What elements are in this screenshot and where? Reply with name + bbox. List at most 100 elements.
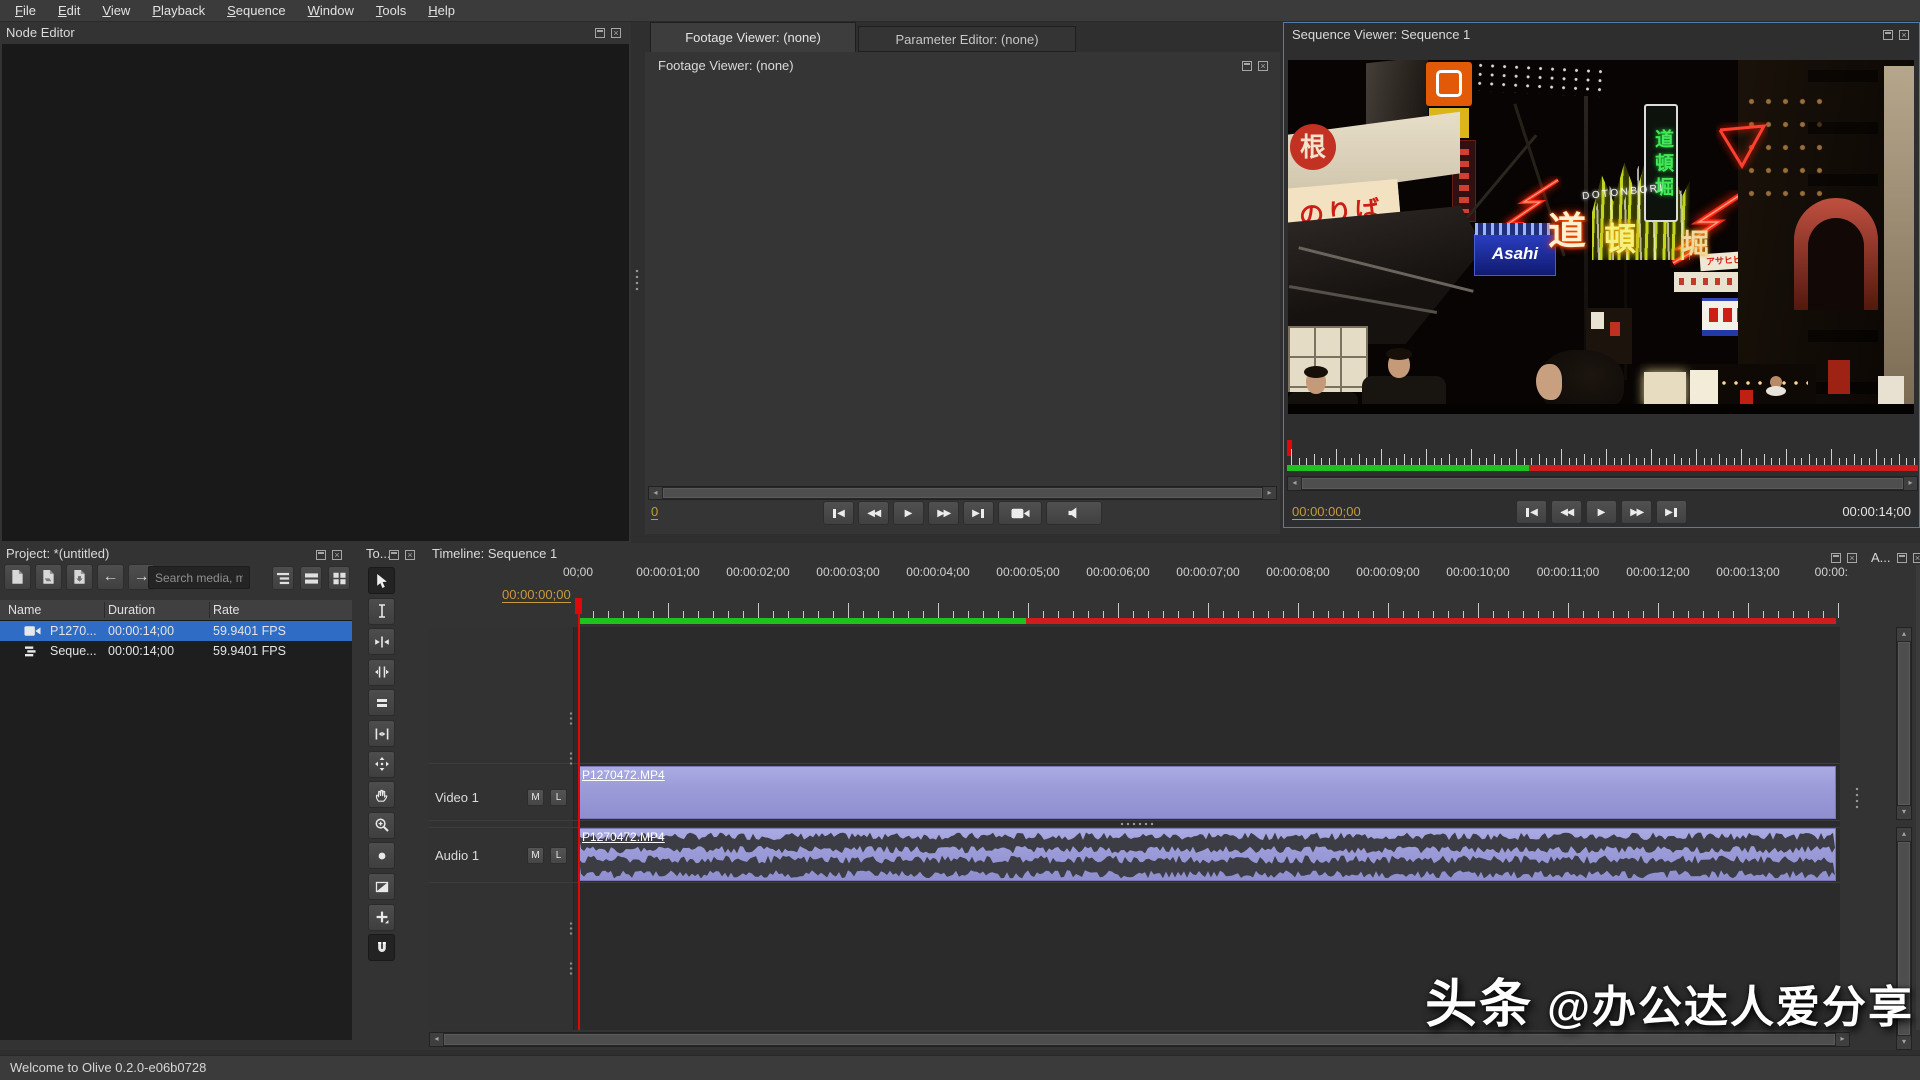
- mute-button[interactable]: M: [527, 847, 544, 864]
- fast-forward-button[interactable]: ▶▶: [1621, 500, 1652, 524]
- menu-item-file[interactable]: File: [4, 0, 47, 22]
- column-header-name[interactable]: Name: [8, 603, 41, 617]
- track-resize-handle[interactable]: [569, 751, 573, 765]
- undo-button[interactable]: ←: [97, 564, 124, 590]
- fast-forward-button[interactable]: ▶▶: [928, 501, 959, 525]
- cache-cached: [578, 618, 1026, 624]
- rewind-button[interactable]: ◀◀: [1551, 500, 1582, 524]
- record-tool[interactable]: [368, 842, 395, 869]
- rolling-tool[interactable]: [368, 659, 395, 686]
- rewind-button[interactable]: ◀◀: [858, 501, 889, 525]
- float-panel-icon[interactable]: [316, 550, 326, 560]
- footage-viewer-title: Footage Viewer: (none): [658, 58, 794, 73]
- menu-item-edit[interactable]: Edit: [47, 0, 91, 22]
- close-panel-icon[interactable]: ×: [1258, 61, 1268, 71]
- audio-clip[interactable]: P1270472.MP4: [578, 828, 1836, 881]
- float-panel-icon[interactable]: [1242, 61, 1252, 71]
- float-panel-icon[interactable]: [595, 28, 605, 38]
- undo-icon: ←: [103, 569, 119, 585]
- float-panel-icon[interactable]: [1897, 553, 1907, 563]
- menu-item-sequence[interactable]: Sequence: [216, 0, 297, 22]
- menu-item-playback[interactable]: Playback: [141, 0, 216, 22]
- snapping-toggle[interactable]: [368, 934, 395, 961]
- project-media-list[interactable]: [0, 600, 352, 1040]
- slip-tool[interactable]: [368, 720, 395, 747]
- track-resize-handle[interactable]: [569, 921, 573, 935]
- float-panel-icon[interactable]: [1883, 30, 1893, 40]
- ruler-label: 00:00:08;00: [1266, 565, 1329, 579]
- menu-item-view[interactable]: View: [91, 0, 141, 22]
- scrollbar-thumb[interactable]: [663, 488, 1262, 498]
- skip-end-button[interactable]: ▶: [1656, 500, 1687, 524]
- node-editor-canvas[interactable]: [2, 44, 629, 541]
- scroll-left-icon[interactable]: ◂: [649, 487, 662, 499]
- skip-start-button[interactable]: ◀: [823, 501, 854, 525]
- hand-tool[interactable]: [368, 781, 395, 808]
- skip-start-button[interactable]: ◀: [1516, 500, 1547, 524]
- scroll-down-icon[interactable]: ▾: [1897, 806, 1911, 819]
- pointer-tool[interactable]: [368, 567, 395, 594]
- timeline-ruler-ticks[interactable]: [548, 595, 1849, 618]
- tab-parameter-editor[interactable]: Parameter Editor: (none): [858, 26, 1076, 52]
- play-button[interactable]: ▶: [1586, 500, 1617, 524]
- scroll-right-icon[interactable]: ▸: [1263, 487, 1276, 499]
- menu-item-tools[interactable]: Tools: [365, 0, 417, 22]
- viewer-scrollbar[interactable]: ◂ ▸: [1287, 476, 1918, 491]
- footage-scrollbar[interactable]: ◂ ▸: [648, 486, 1277, 500]
- timeline-playhead-line[interactable]: [578, 598, 580, 1030]
- play-button[interactable]: ▶: [893, 501, 924, 525]
- scroll-right-icon[interactable]: ▸: [1904, 477, 1917, 490]
- track-splitter-handle[interactable]: [1119, 822, 1155, 826]
- scroll-up-icon[interactable]: ▴: [1897, 828, 1911, 841]
- razor-tool[interactable]: [368, 689, 395, 716]
- slide-tool[interactable]: [368, 751, 395, 778]
- zoom-tool[interactable]: [368, 812, 395, 839]
- menu-item-help[interactable]: Help: [417, 0, 466, 22]
- skip-end-button[interactable]: ▶: [963, 501, 994, 525]
- media-row[interactable]: Seque...00:00:14;0059.9401 FPS: [0, 641, 352, 661]
- tree-view-button[interactable]: [272, 566, 294, 590]
- column-header-rate[interactable]: Rate: [213, 603, 239, 617]
- ruler-label: 00:00:10;00: [1446, 565, 1509, 579]
- track-resize-handle[interactable]: [569, 711, 573, 725]
- viewer-ruler[interactable]: [1287, 438, 1918, 465]
- timeline-ruler-labels[interactable]: 00;0000:00:01;0000:00:02;0000:00:03;0000…: [548, 565, 1849, 585]
- icon-view-button[interactable]: [328, 566, 350, 590]
- transition-tool[interactable]: [368, 873, 395, 900]
- scrollbar-thumb[interactable]: [1898, 642, 1910, 805]
- save-button[interactable]: [66, 564, 93, 590]
- lock-button[interactable]: L: [550, 847, 567, 864]
- add-tool[interactable]: [368, 904, 395, 931]
- close-panel-icon[interactable]: ×: [332, 550, 342, 560]
- lock-button[interactable]: L: [550, 789, 567, 806]
- volume-button[interactable]: [1046, 501, 1102, 525]
- mute-button[interactable]: M: [527, 789, 544, 806]
- list-view-button[interactable]: [300, 566, 322, 590]
- column-header-duration[interactable]: Duration: [108, 603, 155, 617]
- track-splitter-handle[interactable]: [1855, 786, 1859, 810]
- close-panel-icon[interactable]: ×: [1847, 553, 1857, 563]
- close-panel-icon[interactable]: ×: [611, 28, 621, 38]
- video-tracks-scrollbar[interactable]: ▴ ▾: [1896, 627, 1912, 820]
- float-panel-icon[interactable]: [1831, 553, 1841, 563]
- track-resize-handle[interactable]: [569, 961, 573, 975]
- camera-button[interactable]: [998, 501, 1042, 525]
- close-panel-icon[interactable]: ×: [1913, 553, 1920, 563]
- scroll-up-icon[interactable]: ▴: [1897, 628, 1911, 641]
- watermark-handle: @办公达人爱分享: [1547, 971, 1914, 1035]
- open-button[interactable]: [35, 564, 62, 590]
- menu-item-window[interactable]: Window: [297, 0, 365, 22]
- ripple-tool[interactable]: [368, 628, 395, 655]
- scrollbar-thumb[interactable]: [1302, 478, 1903, 489]
- tab-footage-viewer[interactable]: Footage Viewer: (none): [650, 22, 856, 52]
- search-input[interactable]: [148, 566, 250, 589]
- video-clip[interactable]: P1270472.MP4: [578, 766, 1836, 819]
- media-row[interactable]: P1270...00:00:14;0059.9401 FPS: [0, 621, 352, 641]
- edit-tool[interactable]: [368, 598, 395, 625]
- scroll-down-icon[interactable]: ▾: [1897, 1036, 1911, 1049]
- scroll-left-icon[interactable]: ◂: [430, 1033, 443, 1046]
- new-button[interactable]: [4, 564, 31, 590]
- scroll-left-icon[interactable]: ◂: [1288, 477, 1301, 490]
- close-panel-icon[interactable]: ×: [1899, 30, 1909, 40]
- panel-splitter-handle[interactable]: [635, 268, 639, 292]
